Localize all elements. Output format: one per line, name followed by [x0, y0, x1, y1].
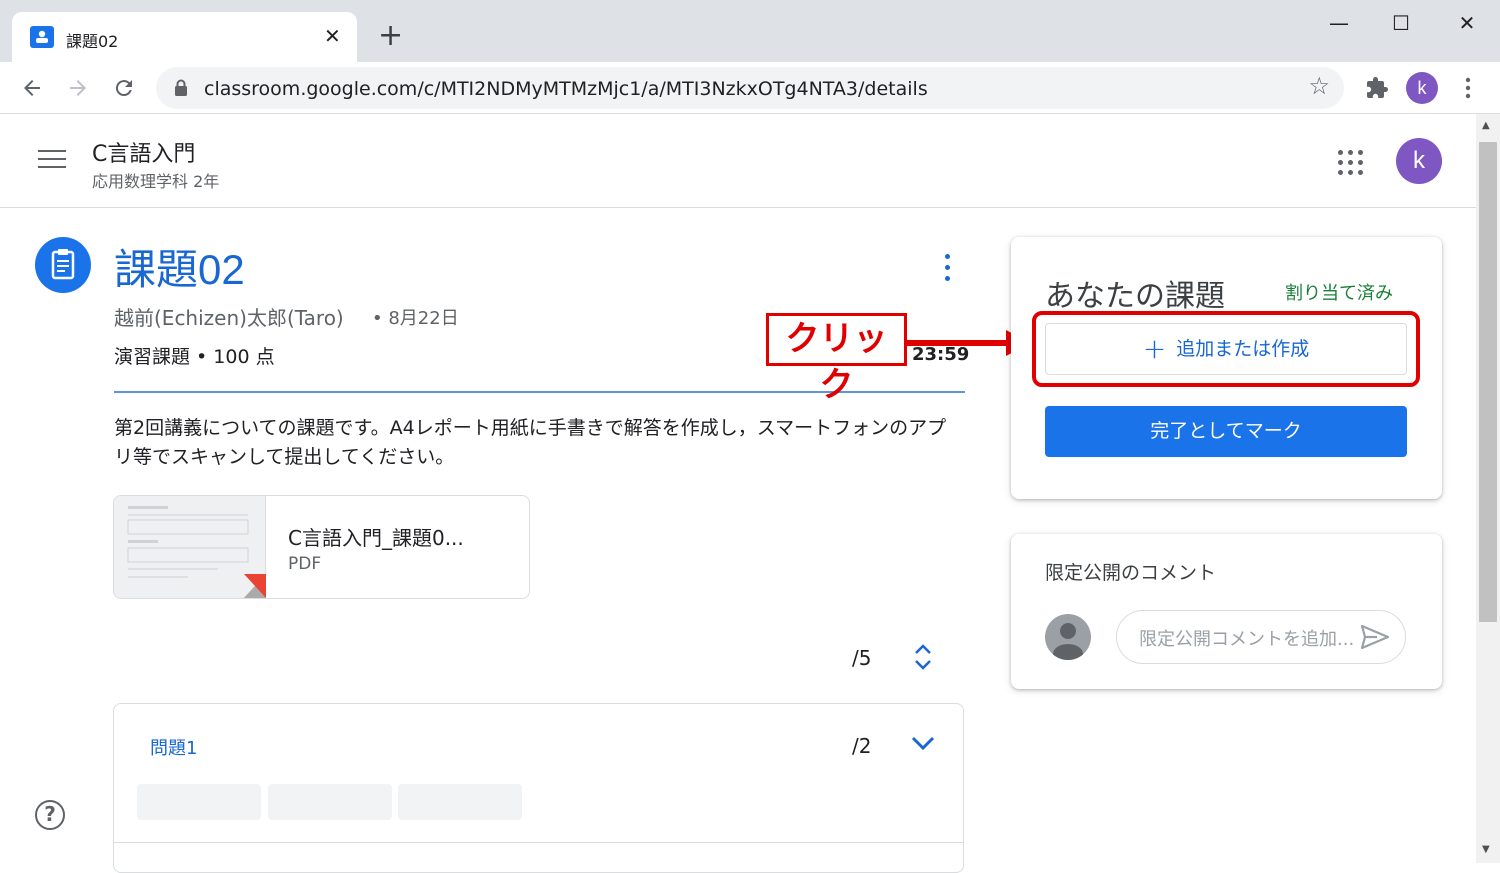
classroom-favicon-icon	[30, 26, 54, 48]
course-title[interactable]: C言語入門	[92, 136, 195, 168]
classroom-header: C言語入門 応用数理学科 2年 k	[0, 114, 1476, 208]
assignment-description: 第2回講義についての課題です。A4レポート用紙に手書きで解答を作成し，スマートフ…	[114, 417, 947, 468]
question-card: 問題1 /2	[113, 703, 964, 873]
question-score: /2	[852, 734, 872, 758]
annotation-click-label: クリック	[766, 313, 907, 405]
more-options-icon[interactable]	[938, 252, 958, 284]
new-tab-button[interactable]: +	[378, 20, 403, 52]
mark-as-done-button[interactable]: 完了としてマーク	[1045, 406, 1407, 457]
page-scrollbar[interactable]: ▲ ▼	[1476, 114, 1500, 863]
main-menu-icon[interactable]	[38, 150, 66, 170]
question-title[interactable]: 問題1	[150, 734, 197, 760]
private-comment-card: 限定公開のコメント 限定公開コメントを追加...	[1011, 534, 1442, 689]
assignment-points: 演習課題 • 100 点	[114, 346, 275, 368]
minimize-icon[interactable]: —	[1314, 8, 1364, 38]
bookmark-star-icon[interactable]: ☆	[1308, 72, 1330, 100]
loading-placeholder	[398, 784, 522, 820]
omnibox[interactable]: classroom.google.com/c/MTI2NDMyMTMzMjc1/…	[156, 67, 1344, 109]
scrollbar-thumb[interactable]	[1479, 142, 1497, 622]
scroll-up-arrow-icon[interactable]: ▲	[1482, 120, 1490, 131]
private-comment-input[interactable]: 限定公開コメントを追加...	[1116, 610, 1406, 664]
browser-tab-bar: 課題02 ✕ + — ☐ ✕	[0, 0, 1500, 62]
chevron-down-icon[interactable]	[909, 730, 937, 756]
loading-placeholder	[268, 784, 392, 820]
address-bar-row: classroom.google.com/c/MTI2NDMyMTMzMjc1/…	[0, 62, 1500, 114]
profile-avatar[interactable]: k	[1406, 72, 1438, 104]
google-apps-icon[interactable]	[1338, 150, 1364, 176]
lock-icon	[174, 79, 188, 97]
total-score: /5	[852, 646, 872, 670]
window-close-icon[interactable]: ✕	[1442, 8, 1492, 38]
assignment-title: 課題02	[114, 246, 245, 293]
course-subtitle: 応用数理学科 2年	[92, 172, 220, 191]
assignment-date: • 8月22日	[372, 308, 459, 329]
pdf-attachment[interactable]: C言語入門_課題0... PDF	[113, 495, 530, 599]
maximize-icon[interactable]: ☐	[1376, 8, 1426, 38]
pdf-badge-icon	[244, 574, 266, 598]
your-work-title: あなたの課題	[1045, 279, 1225, 314]
attachment-name: C言語入門_課題0...	[288, 526, 464, 550]
assignment-author: 越前(Echizen)太郎(Taro)	[114, 306, 344, 330]
browser-menu-icon[interactable]	[1464, 76, 1472, 100]
account-avatar[interactable]: k	[1396, 138, 1442, 184]
comment-placeholder: 限定公開コメントを追加...	[1139, 629, 1355, 650]
card-divider	[114, 842, 963, 843]
assignment-icon	[35, 237, 91, 293]
tab-title: 課題02	[66, 32, 119, 51]
assignment-status: 割り当て済み	[1285, 283, 1393, 304]
browser-tab[interactable]: 課題02 ✕	[12, 12, 357, 62]
tab-close-icon[interactable]: ✕	[324, 24, 341, 48]
loading-placeholder	[137, 784, 261, 820]
private-comment-title: 限定公開のコメント	[1045, 562, 1217, 584]
url-text: classroom.google.com/c/MTI2NDMyMTMzMjc1/…	[204, 78, 928, 100]
expand-collapse-icon[interactable]	[912, 642, 934, 672]
reload-icon[interactable]	[108, 72, 140, 104]
back-icon[interactable]	[16, 72, 48, 104]
attachment-type: PDF	[288, 554, 322, 574]
send-icon[interactable]	[1359, 623, 1391, 651]
help-icon[interactable]: ?	[35, 800, 65, 830]
annotation-highlight-box	[1032, 311, 1420, 387]
scroll-down-arrow-icon[interactable]: ▼	[1482, 844, 1490, 855]
user-avatar-icon	[1045, 614, 1091, 660]
extensions-puzzle-icon[interactable]	[1365, 76, 1389, 100]
forward-icon[interactable]	[62, 72, 94, 104]
